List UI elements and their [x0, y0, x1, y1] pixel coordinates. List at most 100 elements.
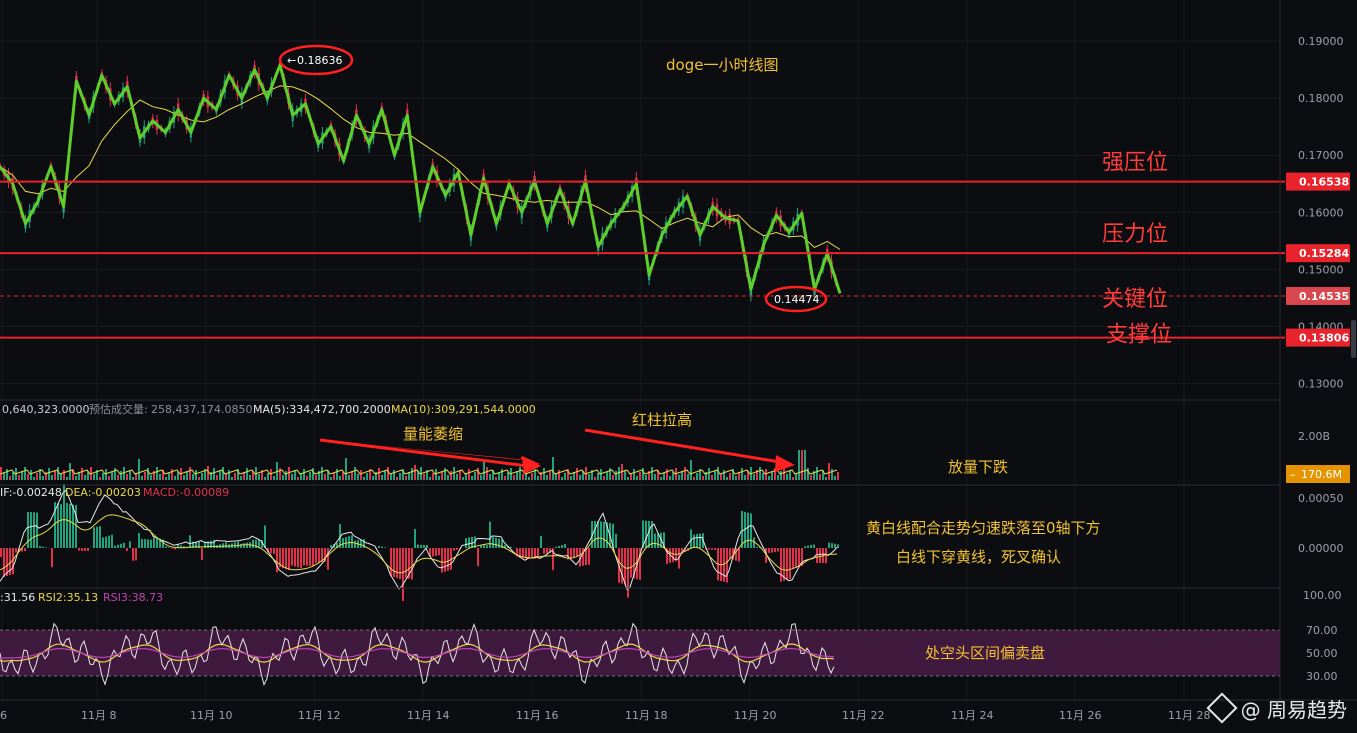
volume-bar: [744, 475, 746, 480]
volume-bar: [816, 467, 818, 480]
level-value-label: 0.13806: [1299, 332, 1349, 345]
macd-bar: [825, 548, 827, 564]
macd-bar: [285, 548, 287, 570]
volume-bar: [216, 475, 218, 480]
volume-bar: [240, 476, 242, 480]
macd-bar: [555, 546, 557, 548]
macd-bar: [402, 548, 404, 602]
macd-bar: [510, 546, 512, 548]
macd-bar: [135, 548, 137, 561]
macd-bar: [804, 546, 806, 548]
macd-bar: [786, 548, 788, 580]
volume-bar: [219, 471, 221, 480]
macd-bar: [792, 548, 794, 569]
macd-bar: [225, 542, 227, 548]
macd-bar: [114, 545, 116, 548]
volume-bar: [810, 475, 812, 480]
volume-bar: [24, 467, 26, 480]
volume-note-shrink: 量能萎缩: [403, 425, 463, 443]
macd-bar: [441, 548, 443, 573]
time-tick-label: 11月 10: [190, 709, 233, 722]
macd-bar: [492, 537, 494, 548]
volume-bar: [357, 474, 359, 480]
volume-bar: [651, 467, 653, 480]
macd-bar: [807, 545, 809, 548]
volume-bar: [549, 471, 551, 480]
macd-legend-dif: IF:-0.00248: [0, 486, 62, 499]
volume-bar: [459, 470, 461, 480]
macd-bar: [654, 533, 656, 548]
volume-bar: [99, 477, 101, 480]
macd-bar: [69, 503, 71, 548]
macd-bar: [495, 537, 497, 548]
volume-bar: [336, 469, 338, 480]
macd-bar: [726, 548, 728, 583]
macd-bar: [768, 548, 770, 553]
volume-bar: [156, 467, 158, 480]
macd-bar: [789, 548, 791, 579]
volume-bar: [597, 473, 599, 480]
macd-bar: [210, 540, 212, 548]
volume-legend-ma10: MA(10):309,291,544.0000: [391, 403, 536, 416]
time-tick-label: 11月 16: [516, 709, 559, 722]
volume-bar: [354, 467, 356, 480]
time-tick-label: 6: [0, 709, 7, 722]
volume-bar: [483, 461, 485, 480]
volume-bar: [123, 467, 125, 480]
volume-bar: [498, 473, 500, 480]
volume-bar: [345, 458, 347, 480]
macd-bar: [645, 520, 647, 548]
rsi-axis-100: 100.00: [1303, 589, 1342, 602]
volume-bar: [381, 475, 383, 480]
volume-bar: [594, 477, 596, 480]
volume-bar: [624, 470, 626, 480]
macd-bar: [627, 548, 629, 598]
volume-bar: [51, 475, 53, 480]
macd-bar: [648, 520, 650, 548]
volume-bar: [714, 471, 716, 480]
volume-bar: [513, 475, 515, 480]
macd-bar: [780, 548, 782, 582]
volume-bar: [720, 474, 722, 480]
macd-bar: [303, 548, 305, 566]
macd-bar: [603, 521, 605, 548]
volume-bar: [54, 471, 56, 480]
macd-bar: [276, 548, 278, 573]
volume-bar: [537, 476, 539, 480]
watermark-text: @ 周易趋势: [1240, 698, 1347, 722]
volume-bar: [57, 467, 59, 480]
macd-bar: [396, 548, 398, 579]
volume-bar: [138, 459, 140, 480]
volume-bar: [723, 470, 725, 480]
macd-bar: [270, 548, 272, 554]
macd-bar: [798, 548, 800, 567]
volume-note-red-bar: 红柱拉高: [632, 411, 692, 429]
volume-bar: [708, 468, 710, 480]
macd-bar: [330, 544, 332, 548]
time-tick-label: 11月 18: [625, 709, 668, 722]
macd-bar: [546, 548, 548, 554]
volume-bar: [33, 477, 35, 480]
macd-bar: [498, 538, 500, 548]
time-tick-label: 11月 12: [298, 709, 341, 722]
volume-bar: [486, 467, 488, 480]
volume-bar: [561, 477, 563, 480]
volume-bar: [384, 471, 386, 480]
doge-hourly-chart[interactable]: 0.190000.180000.170000.160000.150000.140…: [0, 0, 1357, 733]
volume-legend-est: 258,437,174.0850: [151, 403, 252, 416]
macd-bar: [108, 535, 110, 548]
macd-bar: [486, 545, 488, 548]
macd-bar: [594, 521, 596, 548]
volume-bar: [519, 467, 521, 480]
time-tick-label: 11月 28: [1168, 709, 1211, 722]
macd-bar: [453, 548, 455, 551]
rsi-legend-3: RSI3:38.73: [103, 591, 163, 604]
macd-bar: [816, 548, 818, 564]
volume-bar: [462, 477, 464, 480]
price-tick-label: 0.15000: [1298, 263, 1344, 276]
macd-bar: [738, 548, 740, 562]
right-scrollbar-handle[interactable]: [1351, 320, 1356, 358]
macd-bar: [3, 548, 5, 578]
volume-bar: [438, 476, 440, 480]
volume-bar: [609, 468, 611, 480]
